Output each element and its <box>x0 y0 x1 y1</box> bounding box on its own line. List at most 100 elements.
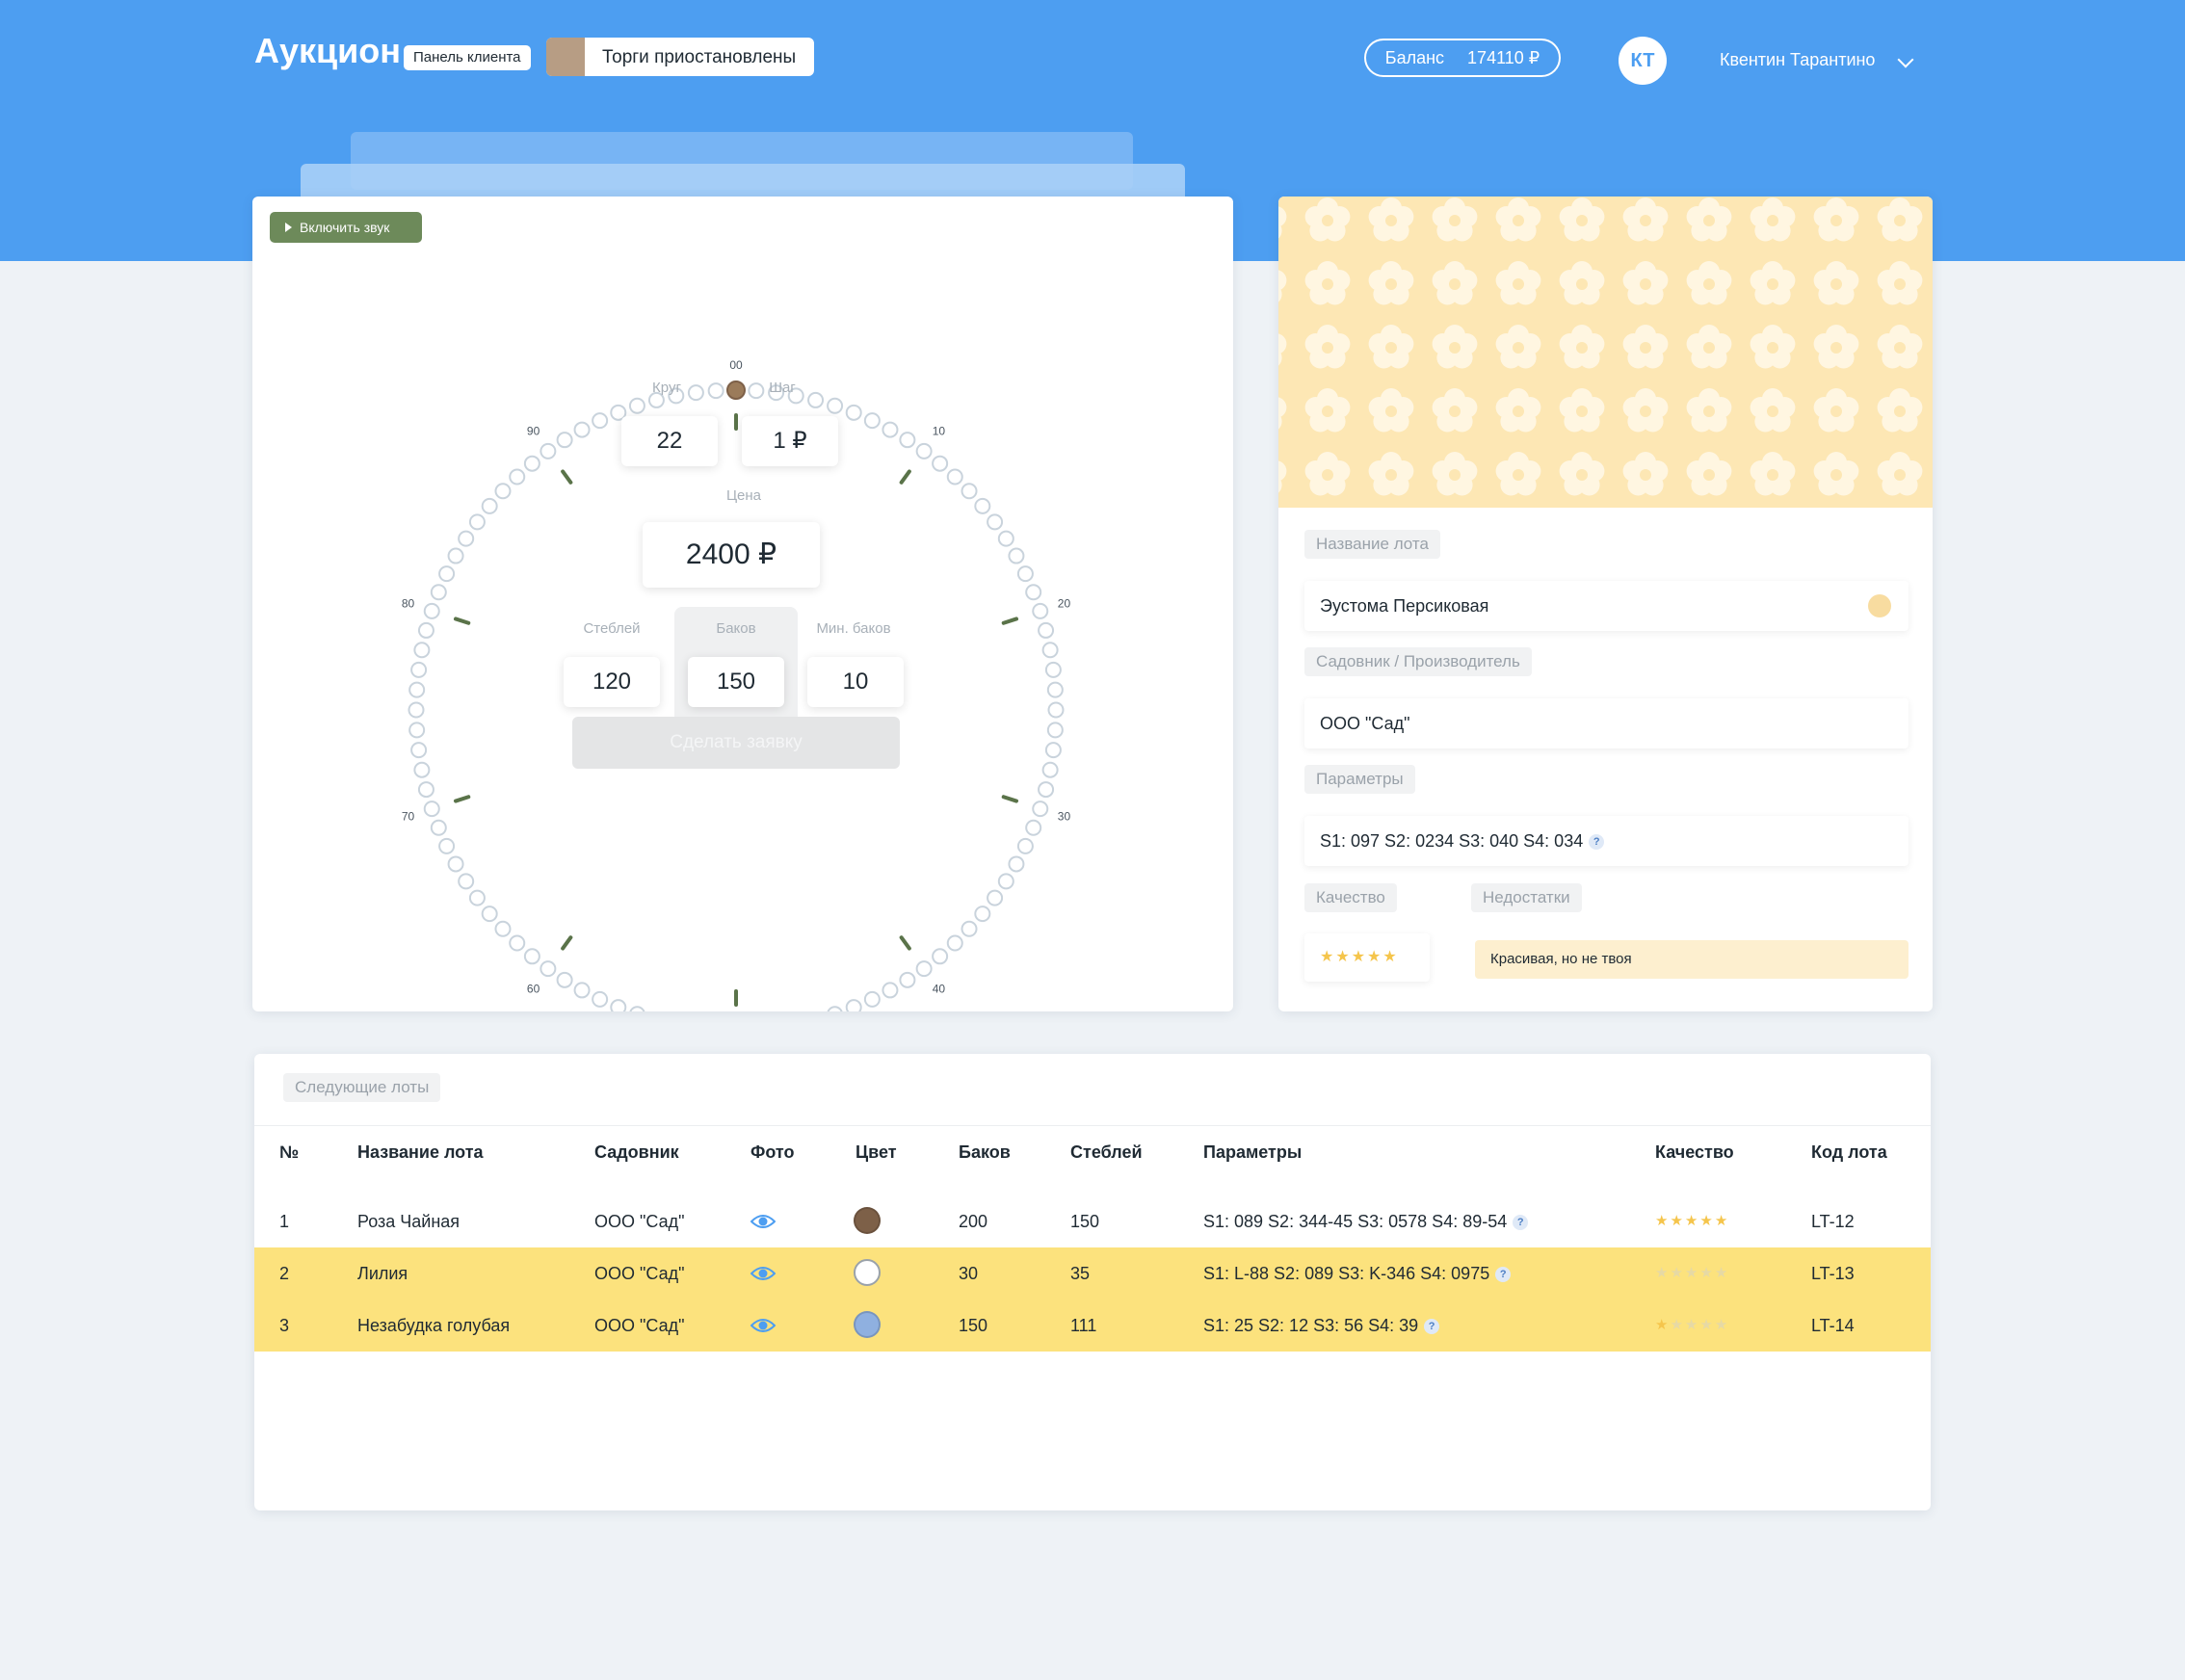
star-icon: ★ <box>1684 1317 1700 1333</box>
make-bid-button[interactable]: Сделать заявку <box>572 717 900 769</box>
row-params: S1: L-88 S2: 089 S3: K-346 S4: 0975? <box>1203 1247 1512 1299</box>
grower-field: ООО "Сад" <box>1304 698 1909 748</box>
auction-status-text: Торги приостановлены <box>602 47 797 67</box>
table-row[interactable]: 2 Лилия ООО "Сад" 30 35 S1: L-88 S2: 089 S3: … <box>254 1247 1931 1299</box>
row-quality-rating: ★★★★★ <box>1655 1299 1729 1352</box>
help-icon[interactable]: ? <box>1513 1215 1529 1231</box>
column-header-grower[interactable]: Садовник <box>594 1142 679 1163</box>
row-number: 2 <box>279 1264 290 1283</box>
table-row[interactable]: 3 Незабудка голубая ООО "Сад" 150 111 S1: 25 … <box>254 1299 1931 1352</box>
dial-bead <box>408 722 426 739</box>
eye-icon[interactable] <box>750 1213 776 1230</box>
dial-bead <box>413 642 431 659</box>
dial-bead <box>556 971 573 988</box>
dial-tick <box>1001 795 1019 803</box>
dial-bead <box>726 381 746 400</box>
lot-name-field: Эустома Персиковая <box>1304 581 1909 631</box>
dial-bead <box>540 442 557 459</box>
price-value: 2400 ₽ <box>643 522 820 588</box>
lot-photo[interactable] <box>1278 197 1933 508</box>
app-logo[interactable]: Аукцион <box>254 31 401 71</box>
dial-bead <box>1032 602 1049 619</box>
quality-rating: ★★★★★ <box>1304 933 1430 982</box>
dial-bead <box>592 412 609 430</box>
column-header-code[interactable]: Код лота <box>1811 1142 1887 1163</box>
dial-bead <box>628 397 645 414</box>
dial-bead <box>1041 642 1059 659</box>
row-lot-code: LT-12 <box>1811 1212 1855 1231</box>
help-icon[interactable]: ? <box>1589 834 1605 851</box>
row-tanks: 200 <box>959 1212 988 1231</box>
user-menu-name[interactable]: Квентин Тарантино <box>1720 50 1875 70</box>
dial-bead <box>845 999 862 1011</box>
dial-bead <box>997 530 1014 547</box>
help-icon[interactable]: ? <box>1424 1319 1440 1335</box>
header: Аукцион Панель клиента Торги приостановл… <box>0 0 2185 116</box>
star-icon: ★ <box>1351 949 1368 965</box>
client-panel-badge: Панель клиента <box>404 45 531 70</box>
dial-bead <box>882 982 899 999</box>
dial-bead <box>523 948 540 965</box>
lot-color-dot <box>1868 594 1891 617</box>
dial-tick <box>561 469 573 485</box>
params-field: S1: 097 S2: 0234 S3: 040 S4: 034? <box>1304 816 1909 866</box>
dial-bead <box>410 742 428 759</box>
help-icon[interactable]: ? <box>1495 1267 1512 1283</box>
column-header-quality[interactable]: Качество <box>1655 1142 1734 1163</box>
dial-bead <box>1047 701 1065 719</box>
row-lot-code: LT-13 <box>1811 1264 1855 1283</box>
grower-value: ООО "Сад" <box>1320 714 1410 733</box>
row-grower: ООО "Сад" <box>594 1212 685 1231</box>
column-header-color[interactable]: Цвет <box>856 1142 897 1163</box>
avatar[interactable]: КТ <box>1619 37 1667 85</box>
row-quality-rating: ★★★★★ <box>1655 1195 1729 1247</box>
dial-bead <box>438 837 456 854</box>
dial-bead <box>932 455 949 472</box>
eye-icon[interactable] <box>750 1317 776 1334</box>
column-header-params[interactable]: Параметры <box>1203 1142 1302 1163</box>
dial-bead <box>997 873 1014 890</box>
dial-bead <box>882 421 899 438</box>
tanks-value[interactable]: 150 <box>688 657 784 707</box>
row-params: S1: 25 S2: 12 S3: 56 S4: 39? <box>1203 1299 1440 1352</box>
dial-bead <box>1046 722 1064 739</box>
dial-bead <box>413 761 431 778</box>
dial-label: 30 <box>1058 810 1071 824</box>
eye-icon[interactable] <box>750 1265 776 1282</box>
row-lot-name: Незабудка голубая <box>357 1316 511 1335</box>
dial-bead <box>1016 565 1034 583</box>
row-tanks: 150 <box>959 1316 988 1335</box>
row-lot-code: LT-14 <box>1811 1316 1855 1335</box>
dial-label: 60 <box>527 983 540 996</box>
dial-bead <box>573 982 591 999</box>
tanks-label: Баков <box>716 620 756 637</box>
row-number: 1 <box>279 1212 290 1231</box>
column-header-stems[interactable]: Стеблей <box>1070 1142 1143 1163</box>
table-row[interactable]: 1 Роза Чайная ООО "Сад" 200 150 S1: 089 S2: 3… <box>254 1195 1931 1247</box>
divider <box>254 1125 1931 1126</box>
row-lot-name: Лилия <box>357 1264 408 1283</box>
star-icon: ★ <box>1655 1213 1671 1229</box>
star-rating: ★★★★★ <box>1320 947 1399 966</box>
row-grower: ООО "Сад" <box>594 1264 685 1283</box>
dial-bead <box>915 960 933 978</box>
dial-bead <box>494 483 512 500</box>
grower-label: Садовник / Производитель <box>1304 647 1532 676</box>
dial-bead <box>458 530 475 547</box>
column-header-tanks[interactable]: Баков <box>959 1142 1011 1163</box>
dial-bead <box>961 483 978 500</box>
balance-label: Баланс <box>1384 47 1445 67</box>
dial-tick <box>453 617 471 625</box>
dial-bead <box>946 934 963 952</box>
dial-label: 80 <box>402 596 415 610</box>
dial-bead <box>1044 661 1062 678</box>
column-header-number[interactable]: № <box>279 1142 299 1163</box>
dial-bead <box>481 497 498 514</box>
star-icon: ★ <box>1655 1265 1671 1281</box>
dial-bead <box>468 889 486 906</box>
chevron-down-icon[interactable] <box>1897 51 1914 68</box>
column-header-name[interactable]: Название лота <box>357 1142 484 1163</box>
column-header-photo[interactable]: Фото <box>750 1142 794 1163</box>
star-icon: ★ <box>1655 1317 1671 1333</box>
row-grower: ООО "Сад" <box>594 1316 685 1335</box>
